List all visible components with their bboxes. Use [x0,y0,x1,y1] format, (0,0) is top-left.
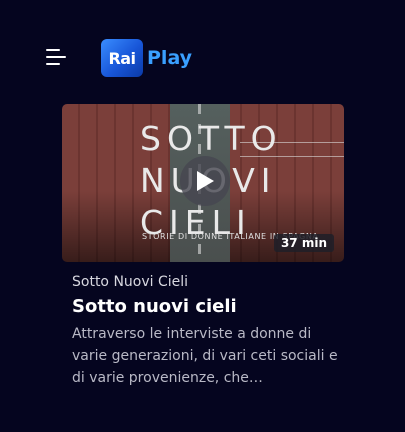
program-title[interactable]: Sotto nuovi cieli [72,296,342,317]
program-card[interactable]: SOTTO NUOVI CIELI STORIE DI DONNE ITALIA… [62,104,344,386]
program-category[interactable]: Sotto Nuovi Cieli [72,274,342,290]
menu-line [46,63,60,65]
raiplay-logo[interactable]: Rai Play [101,39,192,77]
play-button[interactable] [180,156,230,206]
menu-icon[interactable] [46,49,68,67]
program-description: Attraverso le interviste a donne di vari… [72,326,338,386]
thumbnail-title-art: SOTTO NUOVI CIELI [140,118,330,244]
title-art-line: NUOVI [140,160,330,202]
logo-rai: Rai [101,39,143,77]
play-icon [197,171,214,191]
program-thumbnail[interactable]: SOTTO NUOVI CIELI STORIE DI DONNE ITALIA… [62,104,344,262]
title-art-line: SOTTO [140,119,283,158]
card-meta: Sotto Nuovi Cieli Sotto nuovi cieli Attr… [72,274,342,389]
menu-line [46,56,66,58]
menu-line [46,49,60,51]
logo-play: Play [147,47,193,69]
duration-badge: 37 min [273,234,334,252]
